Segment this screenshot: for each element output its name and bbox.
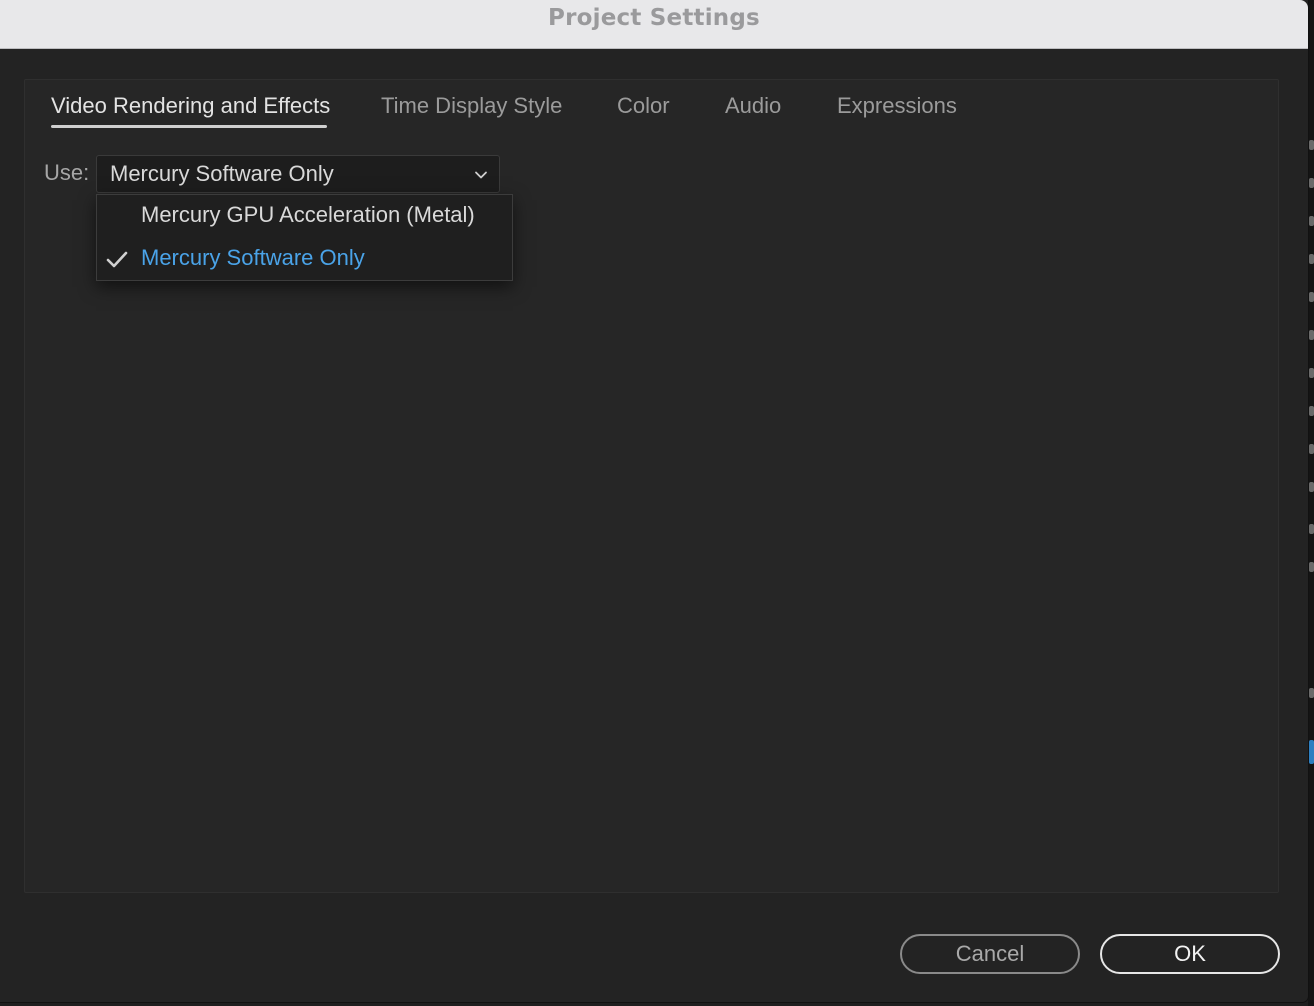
menu-item-mercury-software-only[interactable]: Mercury Software Only — [97, 238, 512, 281]
background-window-edge — [1308, 0, 1314, 1006]
cancel-button[interactable]: Cancel — [900, 934, 1080, 974]
checkmark-icon — [106, 251, 128, 268]
tab-audio[interactable]: Audio — [725, 93, 781, 119]
tab-color[interactable]: Color — [617, 93, 670, 119]
menu-item-mercury-gpu-acceleration[interactable]: Mercury GPU Acceleration (Metal) — [97, 195, 512, 238]
menu-item-label: Mercury Software Only — [141, 245, 365, 270]
menu-item-label: Mercury GPU Acceleration (Metal) — [141, 202, 475, 227]
renderer-label: Use: — [44, 160, 90, 185]
chevron-down-icon — [475, 171, 487, 179]
ok-button[interactable]: OK — [1100, 934, 1280, 974]
title-bar[interactable]: Project Settings — [0, 0, 1308, 49]
tab-video-rendering-and-effects[interactable]: Video Rendering and Effects — [51, 93, 330, 119]
project-settings-dialog: Project Settings Video Rendering and Eff… — [0, 0, 1308, 1002]
tab-time-display-style[interactable]: Time Display Style — [381, 93, 562, 119]
tab-expressions[interactable]: Expressions — [837, 93, 957, 119]
renderer-select[interactable]: Mercury Software Only — [96, 155, 500, 193]
renderer-select-value: Mercury Software Only — [110, 161, 334, 186]
renderer-dropdown-menu: Mercury GPU Acceleration (Metal) Mercury… — [96, 194, 513, 281]
window-title: Project Settings — [548, 5, 760, 31]
active-tab-indicator — [51, 125, 327, 128]
